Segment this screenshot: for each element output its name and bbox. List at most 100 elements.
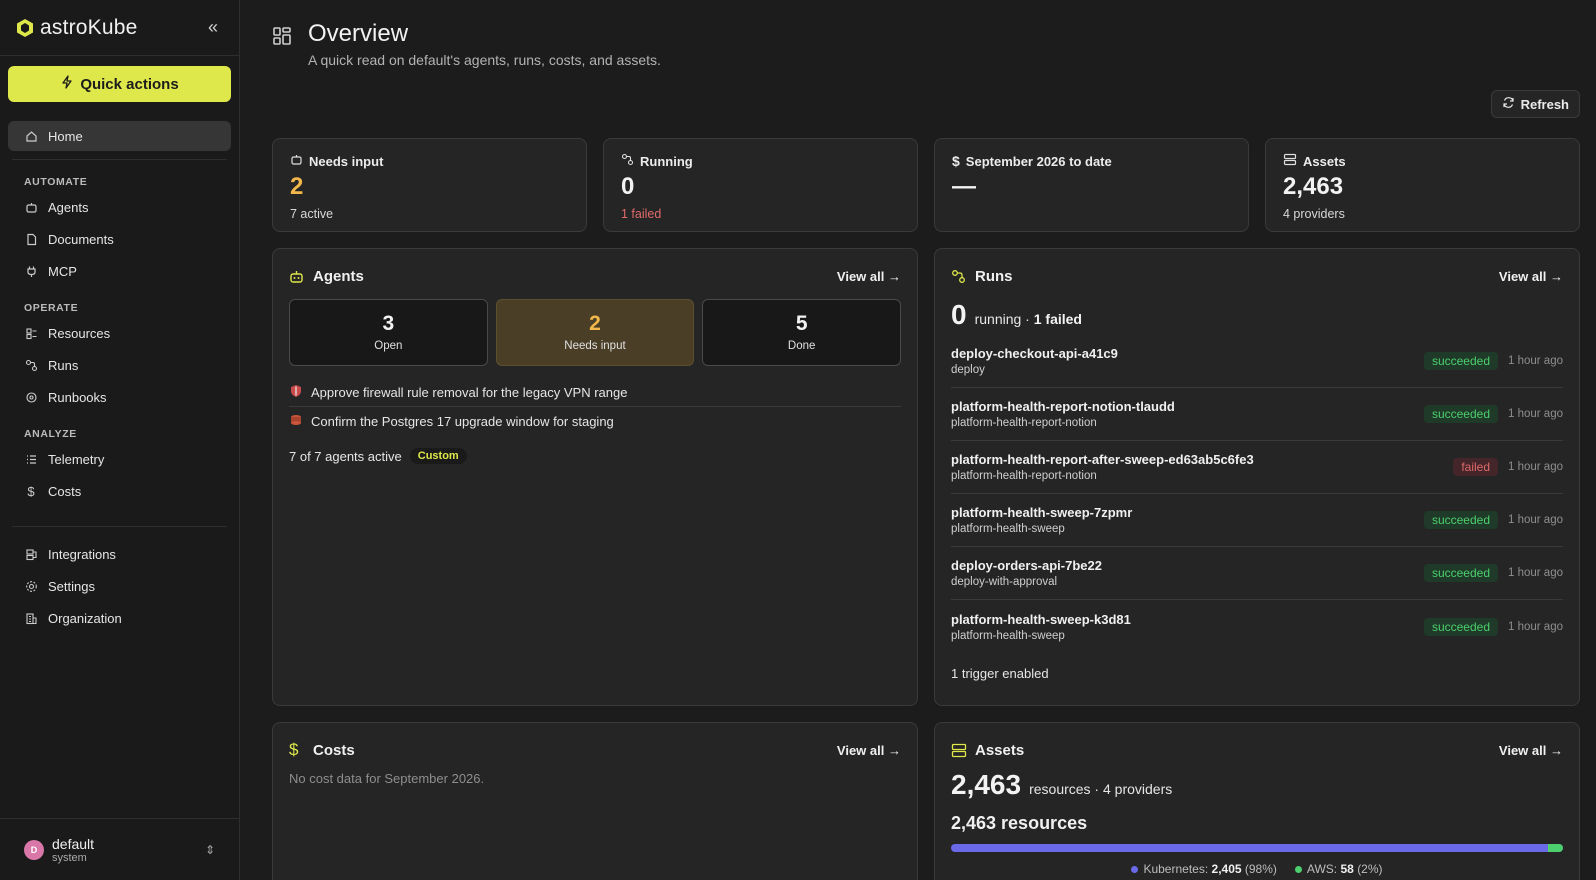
costs-view-all-link[interactable]: View all →	[837, 743, 901, 758]
sidebar: astroKube « Quick actions Home AUTOMATE …	[0, 0, 240, 880]
sidebar-item-documents[interactable]: Documents	[8, 224, 231, 254]
stat-card-assets[interactable]: Assets 2,463 4 providers	[1265, 138, 1580, 232]
runs-icon	[951, 268, 967, 284]
run-workflow: platform-health-sweep	[951, 523, 1065, 535]
run-row[interactable]: platform-health-sweep-k3d81 platform-heal…	[951, 600, 1563, 653]
database-stack-icon	[289, 413, 303, 430]
running-label: running ·	[974, 311, 1030, 327]
collapse-sidebar-icon[interactable]: «	[201, 17, 225, 38]
status-badge: succeeded	[1423, 405, 1498, 423]
robot-icon	[24, 200, 38, 214]
run-workflow: deploy-with-approval	[951, 576, 1058, 588]
agents-tile-needs-input[interactable]: 2 Needs input	[495, 299, 695, 366]
sidebar-item-mcp[interactable]: MCP	[8, 256, 231, 286]
status-badge: succeeded	[1423, 564, 1498, 582]
divider	[12, 526, 227, 527]
stat-card-running[interactable]: Running 0 1 failed	[603, 138, 918, 232]
tile-value: 5	[795, 312, 808, 335]
run-name: platform-health-sweep-k3d81	[951, 611, 1131, 627]
dollar-icon: $	[27, 483, 35, 499]
run-row[interactable]: platform-health-report-after-sweep-ed63a…	[951, 441, 1563, 494]
failed-count: 1 failed	[1033, 311, 1082, 327]
dollar-icon: $	[289, 740, 299, 759]
sidebar-item-runbooks[interactable]: Runbooks	[8, 382, 231, 412]
run-name: platform-health-report-notion-tlaudd	[951, 399, 1175, 414]
custom-badge: Custom	[409, 448, 467, 464]
running-count: 0	[951, 299, 967, 330]
status-badge: succeeded	[1423, 617, 1498, 636]
sidebar-item-agents[interactable]: Agents	[8, 192, 231, 222]
agents-panel: Agents View all → 3 Open 2 Needs input 5…	[272, 248, 918, 706]
arrow-right-icon: →	[888, 742, 901, 758]
run-row[interactable]: deploy-checkout-api-a41c9 deploy succeede…	[951, 335, 1563, 388]
run-row[interactable]: platform-health-sweep-7zpmr platform-heal…	[951, 494, 1563, 547]
agent-task-item[interactable]: Confirm the Postgres 17 upgrade window f…	[289, 407, 901, 436]
sidebar-item-resources[interactable]: Resources	[8, 318, 231, 348]
integrations-icon	[24, 547, 38, 561]
agents-tile-done[interactable]: 5 Done	[702, 299, 901, 366]
assets-view-all-link[interactable]: View all →	[1499, 743, 1563, 758]
dashboard-icon	[272, 26, 294, 48]
sidebar-item-settings[interactable]: Settings	[8, 571, 231, 601]
sidebar-item-costs[interactable]: $ Costs	[8, 476, 231, 506]
sidebar-item-organization[interactable]: Organization	[8, 603, 231, 633]
refresh-button[interactable]: Refresh	[1490, 90, 1580, 118]
sidebar-item-runs[interactable]: Runs	[8, 350, 231, 380]
agents-tile-open[interactable]: 3 Open	[289, 299, 488, 366]
sidebar-item-label: Home	[48, 128, 83, 144]
run-row[interactable]: deploy-orders-api-7be22 deploy-with-appro…	[951, 547, 1563, 600]
panel-title: Agents	[313, 267, 364, 285]
brand-name: astroKube	[40, 15, 138, 39]
stat-foot: 4 providers	[1283, 207, 1345, 221]
run-workflow: deploy	[951, 364, 985, 376]
sidebar-item-label: MCP	[48, 263, 77, 279]
account-switcher[interactable]: D default system ⇕	[0, 818, 239, 880]
stat-value: —	[952, 173, 976, 200]
runs-icon	[24, 358, 38, 372]
arrow-right-icon: →	[888, 268, 901, 284]
panel-title: Costs	[313, 741, 355, 759]
refresh-label: Refresh	[1520, 96, 1569, 112]
costs-empty-state: No cost data for September 2026.	[289, 771, 485, 786]
view-all-label: View all	[1498, 742, 1547, 758]
sidebar-item-integrations[interactable]: Integrations	[8, 539, 231, 569]
run-workflow: platform-health-sweep	[951, 629, 1065, 642]
status-badge: succeeded	[1423, 511, 1498, 529]
aws-segment	[1548, 844, 1563, 852]
status-badge: failed	[1453, 458, 1498, 476]
view-all-label: View all	[1498, 268, 1547, 284]
sidebar-item-label: Settings	[48, 578, 95, 594]
task-label: Confirm the Postgres 17 upgrade window f…	[311, 414, 614, 429]
sidebar-item-label: Telemetry	[48, 451, 105, 467]
sidebar-item-label: Documents	[48, 231, 114, 247]
asset-count: 2,463	[951, 769, 1022, 800]
run-time: 1 hour ago	[1508, 408, 1563, 420]
run-row[interactable]: platform-health-report-notion-tlaudd plat…	[951, 388, 1563, 441]
panel-title: Runs	[975, 267, 1013, 285]
stat-foot: 1 failed	[621, 207, 662, 221]
quick-actions-button[interactable]: Quick actions	[8, 66, 231, 102]
stat-card-needs-input[interactable]: Needs input 2 7 active	[272, 138, 587, 232]
run-workflow: platform-health-report-notion	[951, 470, 1097, 482]
section-operate: OPERATE	[24, 302, 79, 314]
section-analyze: ANALYZE	[24, 428, 77, 440]
gear-icon	[24, 579, 38, 593]
agent-task-item[interactable]: Approve firewall rule removal for the le…	[289, 378, 901, 407]
lightning-icon	[60, 75, 74, 93]
sidebar-item-home[interactable]: Home	[8, 121, 231, 151]
sidebar-item-label: Agents	[48, 199, 89, 215]
database-icon	[1283, 153, 1297, 169]
stat-foot: 7 active	[290, 207, 334, 221]
view-all-label: View all	[836, 268, 885, 284]
stat-cards: Needs input 2 7 active Running 0 1 faile…	[272, 138, 1580, 232]
sidebar-item-telemetry[interactable]: Telemetry	[8, 444, 231, 474]
agents-view-all-link[interactable]: View all →	[837, 269, 901, 284]
legend-item-kubernetes: Kubernetes: 2,405 (98%)	[1131, 862, 1277, 876]
robot-icon	[290, 153, 303, 169]
stat-card-cost-to-date[interactable]: $ September 2026 to date —	[934, 138, 1249, 232]
run-name: deploy-orders-api-7be22	[951, 558, 1102, 573]
provider-distribution-bar	[951, 844, 1563, 852]
runs-view-all-link[interactable]: View all →	[1499, 269, 1563, 284]
arrow-right-icon: →	[1550, 742, 1563, 758]
stat-label: Assets	[1303, 153, 1346, 169]
